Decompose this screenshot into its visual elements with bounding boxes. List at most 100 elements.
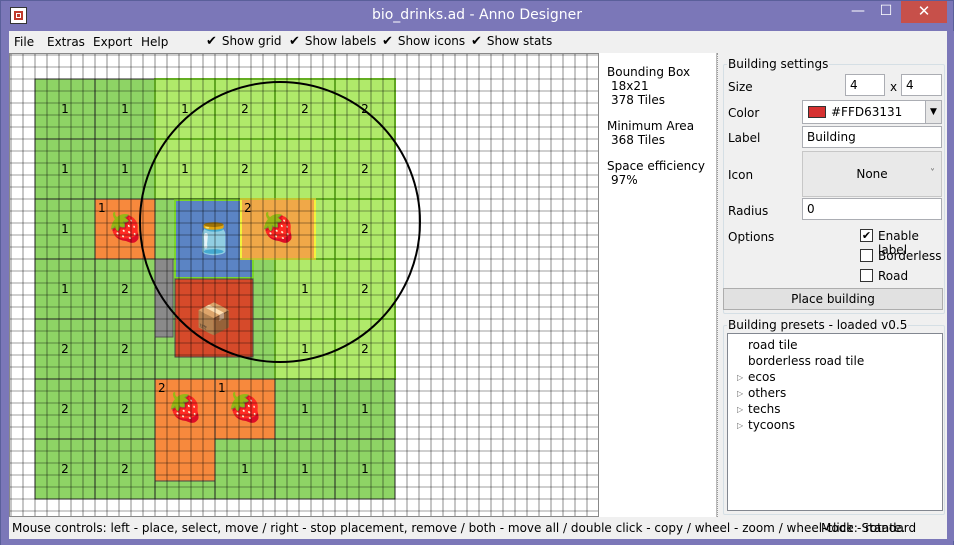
chevron-down-icon: ˅ bbox=[930, 168, 935, 179]
preset-ecos[interactable]: ecos bbox=[748, 370, 776, 384]
maximize-button[interactable]: ☐ bbox=[872, 1, 900, 23]
space-efficiency-value: 97% bbox=[611, 173, 638, 187]
minimum-area-tiles: 368 Tiles bbox=[611, 133, 665, 147]
building-settings-title: Building settings bbox=[727, 57, 830, 71]
enable-label-checkbox[interactable]: ✔ bbox=[860, 229, 873, 242]
options-label: Options bbox=[728, 230, 775, 244]
client-area: 11122211122212121222122211222111🫙📦1🍓2🍓2🍓… bbox=[9, 53, 947, 517]
preset-road-tile[interactable]: road tile bbox=[748, 338, 798, 352]
field-label: 2 bbox=[361, 342, 369, 356]
check-icon: ✔ bbox=[206, 34, 217, 49]
farm-label: 1 bbox=[218, 381, 226, 395]
size-separator: x bbox=[890, 80, 898, 94]
menu-show-icons-label: Show icons bbox=[397, 34, 466, 48]
color-swatch bbox=[808, 106, 826, 118]
menu-bar: File Extras Export Help ✔ Show grid ✔ Sh… bbox=[9, 31, 947, 53]
field-label: 2 bbox=[61, 462, 69, 476]
menu-extras[interactable]: Extras bbox=[47, 35, 85, 49]
field-label: 2 bbox=[301, 162, 309, 176]
presets-tree[interactable]: road tile borderless road tile ▷ ecos ▷ … bbox=[727, 333, 943, 511]
preset-tycoons[interactable]: tycoons bbox=[748, 418, 795, 432]
app-window: bio_drinks.ad - Anno Designer — ☐ ✕ File… bbox=[0, 0, 954, 545]
size-width-input[interactable]: 4 bbox=[845, 74, 885, 96]
field-label: 1 bbox=[181, 102, 189, 116]
field-label: 2 bbox=[241, 102, 249, 116]
window-frame-left bbox=[1, 31, 9, 541]
field-label: 2 bbox=[241, 162, 249, 176]
color-picker[interactable]: #FFD63131 ▼ bbox=[802, 100, 942, 124]
field-label: 1 bbox=[61, 282, 69, 296]
field-label: 2 bbox=[121, 282, 129, 296]
building-settings-group: Building settings Size 4 x 4 Color #FFD6… bbox=[723, 57, 945, 314]
label-label: Label bbox=[728, 131, 761, 145]
radius-input[interactable]: 0 bbox=[802, 198, 942, 220]
chevron-down-icon[interactable]: ▼ bbox=[925, 101, 941, 123]
layout-grid[interactable]: 11122211122212121222122211222111🫙📦1🍓2🍓2🍓… bbox=[10, 54, 599, 517]
field-label: 1 bbox=[301, 462, 309, 476]
expand-arrow-icon[interactable]: ▷ bbox=[737, 373, 743, 382]
bounding-box-label: Bounding Box bbox=[607, 65, 691, 79]
preset-others[interactable]: others bbox=[748, 386, 786, 400]
field-label: 1 bbox=[361, 462, 369, 476]
expand-arrow-icon[interactable]: ▷ bbox=[737, 421, 743, 430]
field-label: 1 bbox=[121, 162, 129, 176]
bounding-box-dims: 18x21 bbox=[611, 79, 649, 93]
building-presets-title: Building presets - loaded v0.5 bbox=[727, 318, 909, 332]
stats-panel: Bounding Box 18x21 378 Tiles Minimum Are… bbox=[599, 53, 717, 517]
field-label: 1 bbox=[301, 282, 309, 296]
mode-text: Mode: Standard bbox=[821, 521, 917, 535]
expand-arrow-icon[interactable]: ▷ bbox=[737, 389, 743, 398]
field-label: 1 bbox=[61, 222, 69, 236]
field-label: 1 bbox=[61, 102, 69, 116]
borderless-checkbox[interactable] bbox=[860, 249, 873, 262]
menu-show-stats[interactable]: ✔ Show stats bbox=[471, 34, 552, 49]
preset-techs[interactable]: techs bbox=[748, 402, 781, 416]
fruit-basket-icon: 🍓 bbox=[228, 391, 263, 424]
design-canvas[interactable]: 11122211122212121222122211222111🫙📦1🍓2🍓2🍓… bbox=[9, 53, 599, 517]
expand-arrow-icon[interactable]: ▷ bbox=[737, 405, 743, 414]
farm-label: 2 bbox=[158, 381, 166, 395]
field-label: 1 bbox=[301, 342, 309, 356]
menu-export[interactable]: Export bbox=[93, 35, 132, 49]
field-label: 2 bbox=[361, 222, 369, 236]
menu-show-labels[interactable]: ✔ Show labels bbox=[289, 34, 376, 49]
menu-file[interactable]: File bbox=[14, 35, 34, 49]
size-height-input[interactable]: 4 bbox=[901, 74, 942, 96]
icon-selector[interactable]: None ˅ bbox=[802, 151, 942, 197]
field-label: 2 bbox=[361, 282, 369, 296]
window-frame-right bbox=[947, 31, 954, 541]
title-bar[interactable]: bio_drinks.ad - Anno Designer — ☐ ✕ bbox=[1, 1, 953, 31]
radius-label: Radius bbox=[728, 204, 769, 218]
road-checkbox[interactable] bbox=[860, 269, 873, 282]
label-input[interactable]: Building bbox=[802, 126, 942, 148]
window-frame-bottom bbox=[1, 539, 953, 545]
field-label: 2 bbox=[61, 342, 69, 356]
field-label: 2 bbox=[121, 402, 129, 416]
field-label: 1 bbox=[301, 402, 309, 416]
bounding-box-tiles: 378 Tiles bbox=[611, 93, 665, 107]
color-label: Color bbox=[728, 106, 760, 120]
minimum-area-label: Minimum Area bbox=[607, 119, 695, 133]
field-label: 1 bbox=[61, 162, 69, 176]
check-icon: ✔ bbox=[471, 34, 482, 49]
menu-help[interactable]: Help bbox=[141, 35, 168, 49]
close-button[interactable]: ✕ bbox=[901, 1, 947, 23]
field-label: 1 bbox=[121, 102, 129, 116]
field-label: 2 bbox=[361, 162, 369, 176]
menu-show-grid-label: Show grid bbox=[221, 34, 282, 48]
space-efficiency-label: Space efficiency bbox=[607, 159, 705, 173]
menu-show-icons[interactable]: ✔ Show icons bbox=[382, 34, 465, 49]
mouse-controls-text: Mouse controls: left - place, select, mo… bbox=[12, 521, 906, 535]
field-label: 1 bbox=[361, 402, 369, 416]
color-value: #FFD63131 bbox=[831, 105, 903, 119]
fruit-basket-icon: 🍓 bbox=[261, 211, 296, 244]
building-presets-group: Building presets - loaded v0.5 road tile… bbox=[723, 318, 945, 515]
minimize-button[interactable]: — bbox=[844, 1, 872, 23]
menu-show-grid[interactable]: ✔ Show grid bbox=[206, 34, 282, 49]
icon-label: Icon bbox=[728, 168, 754, 182]
place-building-button[interactable]: Place building bbox=[723, 288, 943, 310]
preset-borderless-road-tile[interactable]: borderless road tile bbox=[748, 354, 864, 368]
field-label: 2 bbox=[301, 102, 309, 116]
settings-panel: Building settings Size 4 x 4 Color #FFD6… bbox=[723, 53, 947, 517]
menu-show-stats-label: Show stats bbox=[486, 34, 553, 48]
